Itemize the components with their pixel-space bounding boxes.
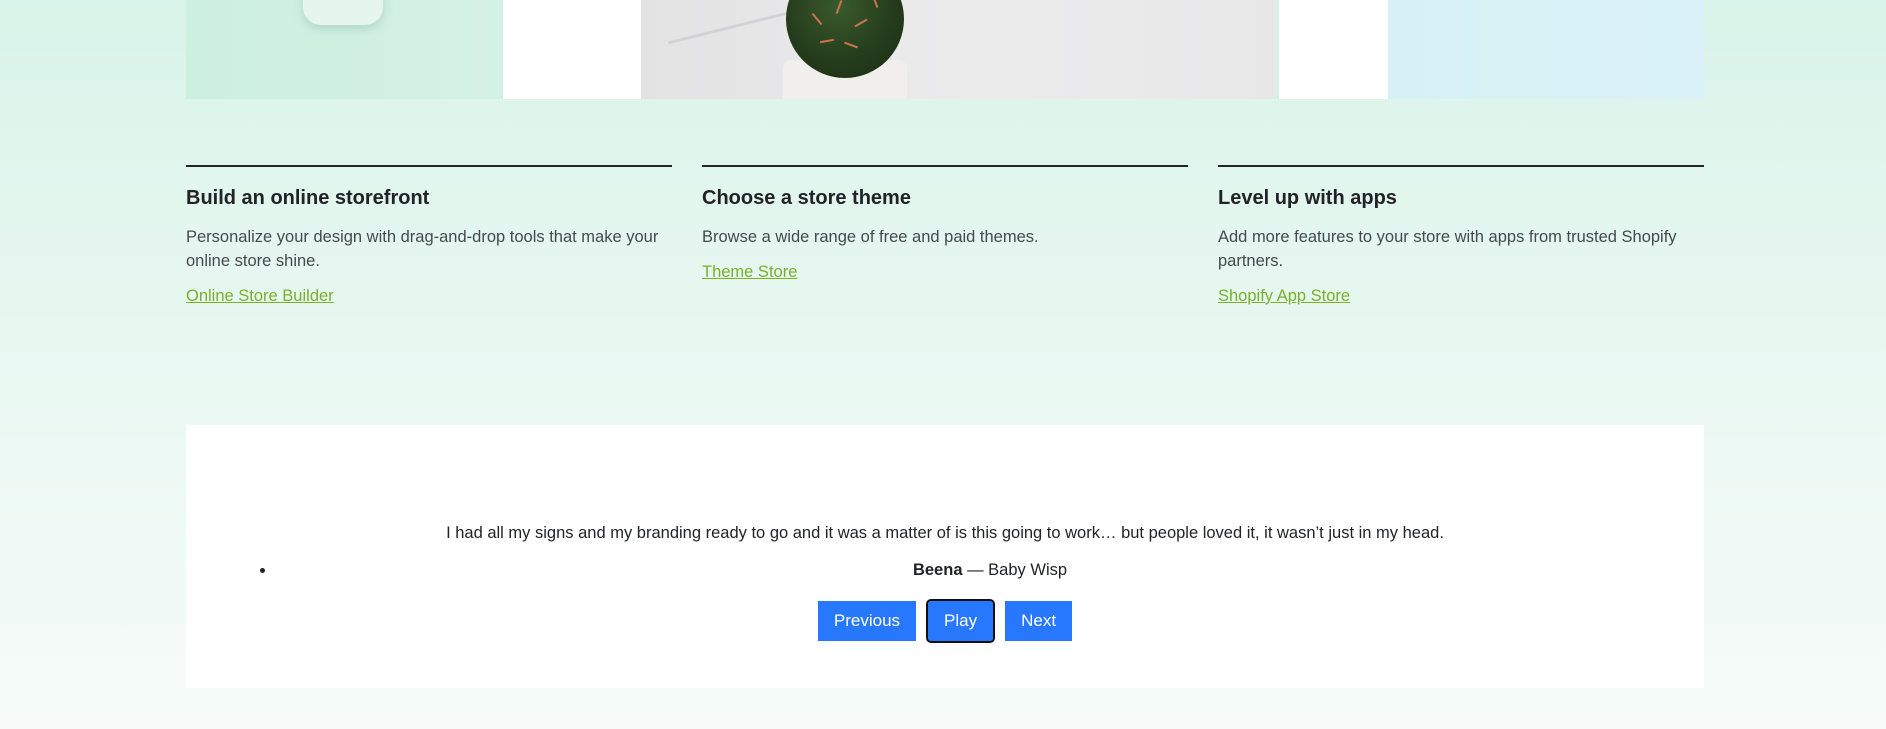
- hero-image-mint-panel: [186, 0, 503, 99]
- testimonial-slide: Beena — Baby Wisp: [276, 561, 1704, 580]
- testimonial-separator: —: [962, 561, 989, 579]
- previous-button[interactable]: Previous: [817, 601, 917, 641]
- next-button[interactable]: Next: [1005, 601, 1073, 641]
- feature-description: Personalize your design with drag-and-dr…: [186, 228, 659, 270]
- testimonial-author: Beena: [912, 561, 963, 579]
- carousel-controls: Previous Play Next: [186, 599, 1704, 643]
- testimonial-carousel: I had all my signs and my branding ready…: [186, 425, 1704, 688]
- hero-image-white-panel-right: [1279, 0, 1388, 99]
- features-section: Build an online storefront Personalize y…: [186, 165, 1704, 306]
- testimonial-slides: Beena — Baby Wisp: [186, 561, 1704, 580]
- hero-device-shape: [303, 0, 383, 25]
- online-store-builder-link[interactable]: Online Store Builder: [186, 287, 334, 305]
- feature-title: Level up with apps: [1218, 187, 1397, 209]
- cactus-spine: [819, 38, 835, 44]
- feature-description: Add more features to your store with app…: [1218, 228, 1677, 270]
- feature-title: Build an online storefront: [186, 187, 430, 209]
- cactus-spine: [811, 12, 823, 26]
- cactus-spine: [844, 41, 858, 49]
- testimonial-company: Baby Wisp: [988, 561, 1068, 579]
- feature-apps: Level up with apps Add more features to …: [1218, 165, 1704, 306]
- theme-store-link[interactable]: Theme Store: [702, 263, 797, 281]
- cactus-spine: [835, 0, 843, 14]
- feature-online-storefront: Build an online storefront Personalize y…: [186, 165, 672, 306]
- feature-title: Choose a store theme: [702, 187, 911, 209]
- play-button[interactable]: Play: [926, 599, 996, 643]
- hero-image-sky-panel: [1388, 0, 1704, 99]
- cactus-spine: [871, 0, 879, 8]
- feature-store-theme: Choose a store theme Browse a wide range…: [702, 165, 1188, 306]
- hero-image-cactus-photo: [641, 0, 1276, 99]
- testimonial-quote: I had all my signs and my branding ready…: [446, 524, 1444, 542]
- cactus-spine: [854, 18, 868, 28]
- hero-image-strip: [186, 0, 1704, 99]
- shopify-app-store-link[interactable]: Shopify App Store: [1218, 287, 1350, 305]
- feature-description: Browse a wide range of free and paid the…: [702, 228, 1039, 246]
